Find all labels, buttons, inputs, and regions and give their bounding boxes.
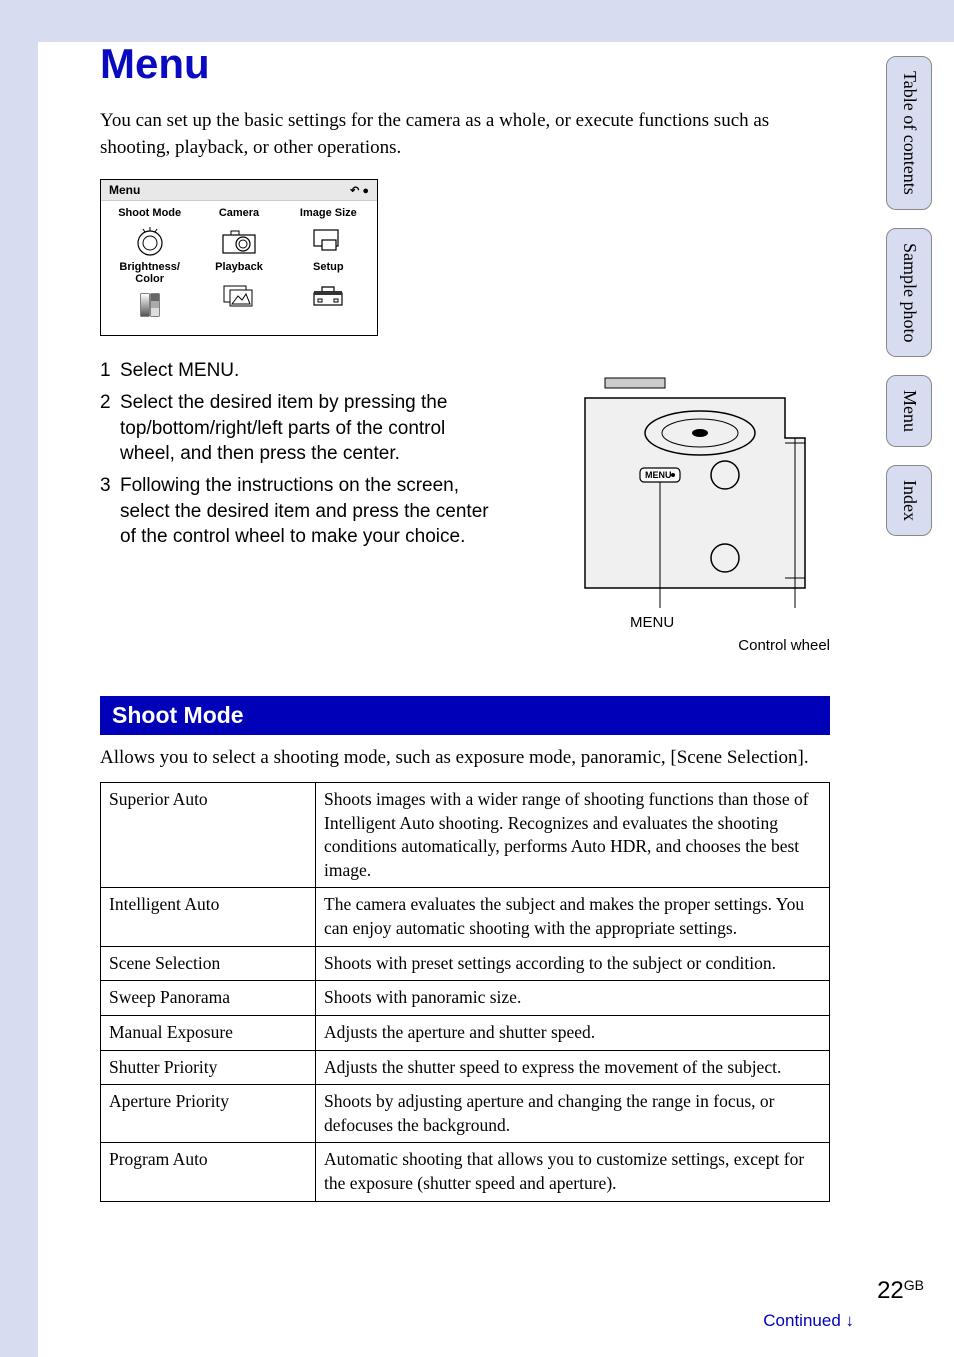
camera-illustration: MENU: [555, 358, 825, 608]
mode-desc: Adjusts the aperture and shutter speed.: [316, 1015, 830, 1050]
page-number: 22GB: [877, 1277, 924, 1305]
table-row: Scene SelectionShoots with preset settin…: [101, 946, 830, 981]
table-row: Intelligent AutoThe camera evaluates the…: [101, 888, 830, 946]
shoot-mode-table: Superior AutoShoots images with a wider …: [100, 782, 830, 1202]
camera-diagram: MENU MENU Control wheel: [555, 358, 830, 654]
mode-desc: The camera evaluates the subject and mak…: [316, 888, 830, 946]
menu-header-label: Menu: [109, 183, 140, 197]
step-num: 1: [100, 358, 120, 384]
menu-item-setup: Setup: [288, 261, 369, 321]
table-row: Aperture PriorityShoots by adjusting ape…: [101, 1085, 830, 1143]
mode-dial-icon: [129, 225, 171, 257]
menu-item-brightness: Brightness/ Color: [109, 261, 190, 321]
mode-desc: Shoots with preset settings according to…: [316, 946, 830, 981]
menu-screen-header: Menu ↶ ●: [101, 180, 377, 201]
step-num: 2: [100, 390, 120, 467]
step-2: 2Select the desired item by pressing the…: [100, 390, 500, 467]
menu-label: Brightness/ Color: [119, 261, 180, 285]
step-text: Select MENU.: [120, 358, 239, 384]
table-row: Shutter PriorityAdjusts the shutter spee…: [101, 1050, 830, 1085]
table-row: Sweep PanoramaShoots with panoramic size…: [101, 981, 830, 1016]
camera-icon: [218, 225, 260, 257]
mode-name: Shutter Priority: [101, 1050, 316, 1085]
menu-screenshot: Menu ↶ ● Shoot Mode Camera Image Size: [100, 179, 378, 336]
mode-desc: Automatic shooting that allows you to cu…: [316, 1143, 830, 1201]
menu-item-playback: Playback: [198, 261, 279, 321]
page-title: Menu: [100, 40, 830, 88]
section-title-bar: Shoot Mode: [100, 696, 830, 735]
control-wheel-caption: Control wheel: [555, 637, 830, 654]
mode-name: Program Auto: [101, 1143, 316, 1201]
mode-desc: Shoots images with a wider range of shoo…: [316, 782, 830, 888]
step-3: 3Following the instructions on the scree…: [100, 473, 500, 550]
tab-sample-photo[interactable]: Sample photo: [886, 228, 932, 358]
mode-name: Intelligent Auto: [101, 888, 316, 946]
menu-label: Playback: [215, 261, 263, 275]
mode-desc: Shoots by adjusting aperture and changin…: [316, 1085, 830, 1143]
table-row: Manual ExposureAdjusts the aperture and …: [101, 1015, 830, 1050]
mode-name: Sweep Panorama: [101, 981, 316, 1016]
mode-desc: Adjusts the shutter speed to express the…: [316, 1050, 830, 1085]
top-purple-band: [0, 0, 954, 42]
step-text: Select the desired item by pressing the …: [120, 390, 500, 467]
step-text: Following the instructions on the screen…: [120, 473, 500, 550]
mode-desc: Shoots with panoramic size.: [316, 981, 830, 1016]
page-number-value: 22: [877, 1277, 904, 1304]
menu-caption: MENU: [555, 614, 830, 631]
left-purple-band: [0, 0, 38, 1357]
menu-item-image-size: Image Size: [288, 207, 369, 257]
tab-index[interactable]: Index: [886, 465, 932, 536]
mode-name: Manual Exposure: [101, 1015, 316, 1050]
page-number-suffix: GB: [904, 1277, 924, 1293]
continued-indicator: Continued ↓: [763, 1311, 854, 1331]
side-tabs: Table of contents Sample photo Menu Inde…: [886, 56, 932, 536]
menu-label: Image Size: [300, 207, 357, 221]
image-size-icon: [307, 225, 349, 257]
menu-label: Setup: [313, 261, 344, 275]
intro-text: You can set up the basic settings for th…: [100, 108, 830, 161]
table-row: Superior AutoShoots images with a wider …: [101, 782, 830, 888]
mode-name: Scene Selection: [101, 946, 316, 981]
menu-label: Camera: [219, 207, 259, 221]
tab-toc[interactable]: Table of contents: [886, 56, 932, 210]
menu-item-shoot-mode: Shoot Mode: [109, 207, 190, 257]
mode-name: Aperture Priority: [101, 1085, 316, 1143]
back-icon: ↶ ●: [350, 184, 369, 197]
toolbox-icon: [307, 279, 349, 311]
section-intro: Allows you to select a shooting mode, su…: [100, 745, 830, 772]
main-content: Menu You can set up the basic settings f…: [100, 40, 830, 1202]
svg-text:MENU: MENU: [645, 470, 672, 480]
menu-item-camera: Camera: [198, 207, 279, 257]
brightness-icon: [129, 289, 171, 321]
menu-label: Shoot Mode: [118, 207, 181, 221]
step-num: 3: [100, 473, 120, 550]
step-1: 1Select MENU.: [100, 358, 500, 384]
tab-menu[interactable]: Menu: [886, 375, 932, 447]
mode-name: Superior Auto: [101, 782, 316, 888]
instruction-steps: 1Select MENU. 2Select the desired item b…: [100, 358, 500, 555]
table-row: Program AutoAutomatic shooting that allo…: [101, 1143, 830, 1201]
playback-icon: [218, 279, 260, 311]
